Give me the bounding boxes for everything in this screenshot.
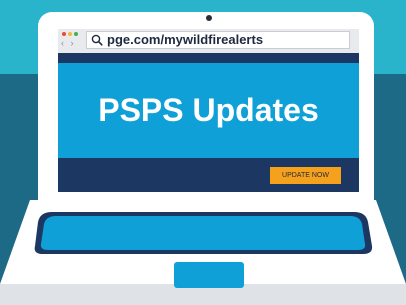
camera-icon	[206, 15, 212, 21]
update-now-button[interactable]: UPDATE NOW	[270, 167, 341, 184]
site-header-strip	[58, 53, 359, 63]
window-close-dot[interactable]	[62, 32, 66, 36]
search-icon	[91, 34, 103, 46]
window-minimize-dot[interactable]	[68, 32, 72, 36]
window-maximize-dot[interactable]	[74, 32, 78, 36]
page-title: PSPS Updates	[98, 92, 319, 128]
keyboard-area	[40, 216, 366, 250]
trackpad[interactable]	[174, 262, 244, 288]
url-text[interactable]: pge.com/mywildfirealerts	[107, 31, 263, 49]
nav-arrows[interactable]: ‹ ›	[61, 37, 76, 49]
